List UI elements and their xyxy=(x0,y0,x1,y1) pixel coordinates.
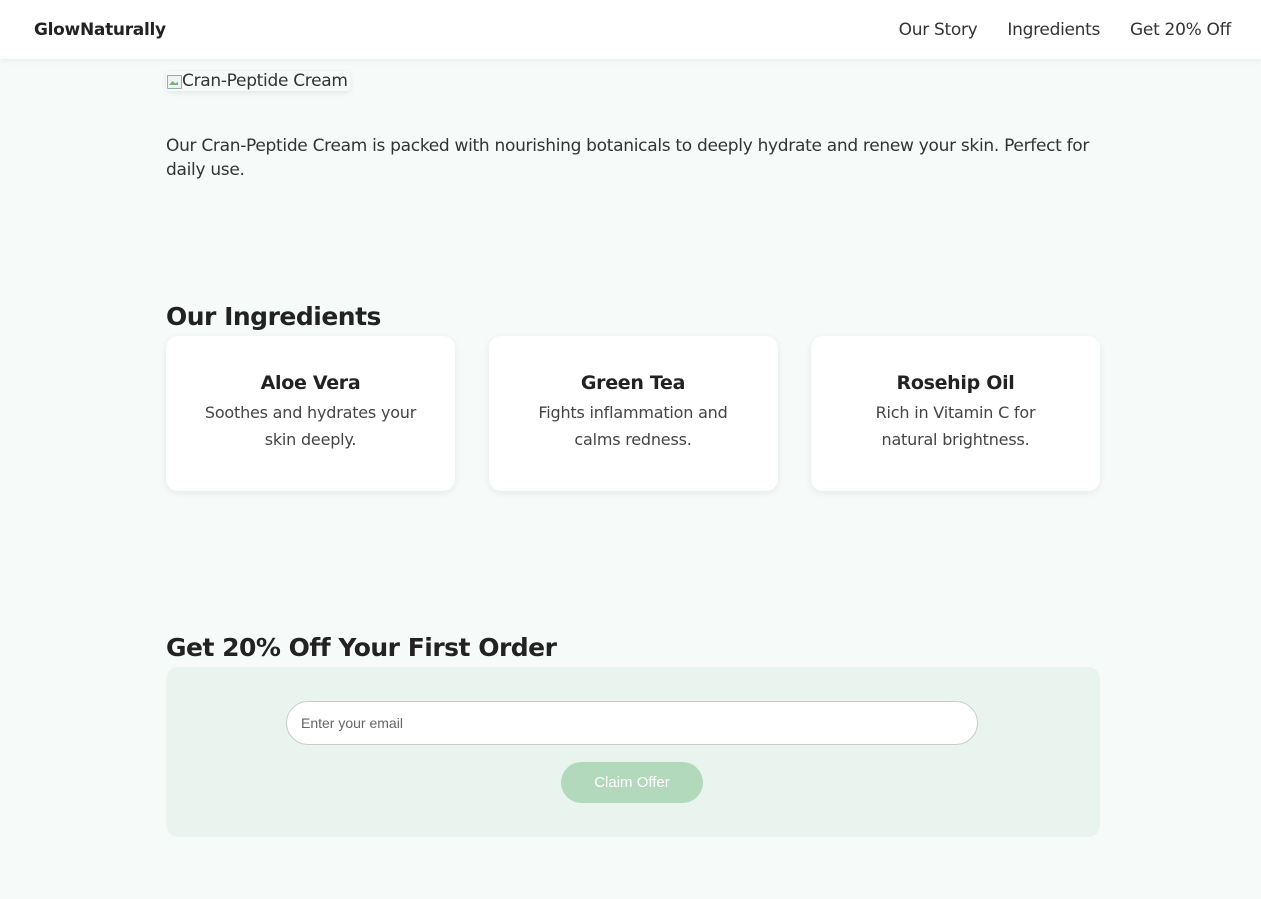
ingredient-description: Rich in Vitamin C for natural brightness… xyxy=(875,403,1036,449)
ingredient-card-green-tea: Green Tea Fights inflammation and calms … xyxy=(488,336,778,491)
offer-signup-form: Claim Offer xyxy=(166,667,1100,837)
ingredient-description: Soothes and hydrates your skin deeply. xyxy=(204,403,417,449)
product-image-alt-text: Cran-Peptide Cream xyxy=(182,71,348,91)
nav-link-our-story[interactable]: Our Story xyxy=(899,20,978,40)
claim-offer-button[interactable]: Claim Offer xyxy=(561,762,703,803)
ingredient-description: Fights inflammation and calms redness. xyxy=(538,403,728,449)
ingredient-name: Rosehip Oil xyxy=(896,372,1015,394)
email-input[interactable] xyxy=(286,701,978,745)
nav-link-ingredients[interactable]: Ingredients xyxy=(1007,20,1100,40)
brand-logo[interactable]: GlowNaturally xyxy=(34,20,166,40)
product-description: Our Cran-Peptide Cream is packed with no… xyxy=(166,136,1090,180)
nav-links: Our Story Ingredients Get 20% Off xyxy=(869,20,1232,40)
ingredient-name: Green Tea xyxy=(580,372,686,394)
broken-image-icon xyxy=(166,73,182,89)
offer-title: Get 20% Off Your First Order xyxy=(166,633,557,662)
ingredient-cards: Aloe Vera Soothes and hydrates your skin… xyxy=(166,336,1100,491)
ingredient-card-aloe-vera: Aloe Vera Soothes and hydrates your skin… xyxy=(166,336,455,491)
product-image: Cran-Peptide Cream xyxy=(166,71,350,91)
navbar: GlowNaturally Our Story Ingredients Get … xyxy=(0,0,1261,59)
ingredients-title: Our Ingredients xyxy=(166,302,381,331)
ingredient-name: Aloe Vera xyxy=(260,372,361,394)
nav-link-get-20-off[interactable]: Get 20% Off xyxy=(1130,20,1231,40)
ingredient-card-rosehip-oil: Rosehip Oil Rich in Vitamin C for natura… xyxy=(811,336,1100,491)
